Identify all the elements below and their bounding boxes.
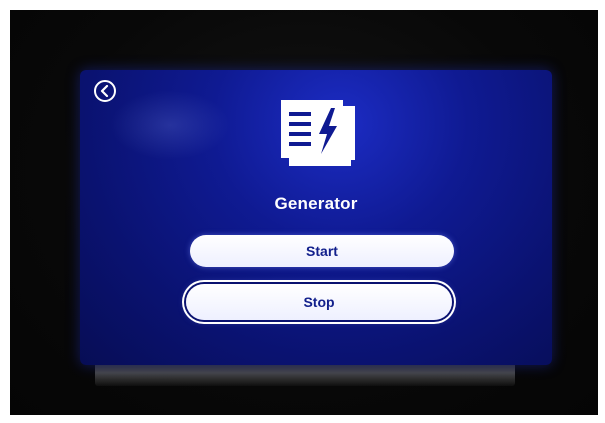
screen-glare [110,90,230,160]
stop-button[interactable]: Stop [186,284,452,320]
back-button[interactable] [94,80,116,102]
photo-frame: Generator Start Stop [0,0,605,423]
touch-screen: Generator Start Stop [80,70,552,365]
generator-icon [281,100,355,166]
start-button[interactable]: Start [190,235,454,267]
device-bezel-edge [95,362,515,386]
page-title: Generator [274,194,358,213]
chevron-left-icon [100,85,109,97]
